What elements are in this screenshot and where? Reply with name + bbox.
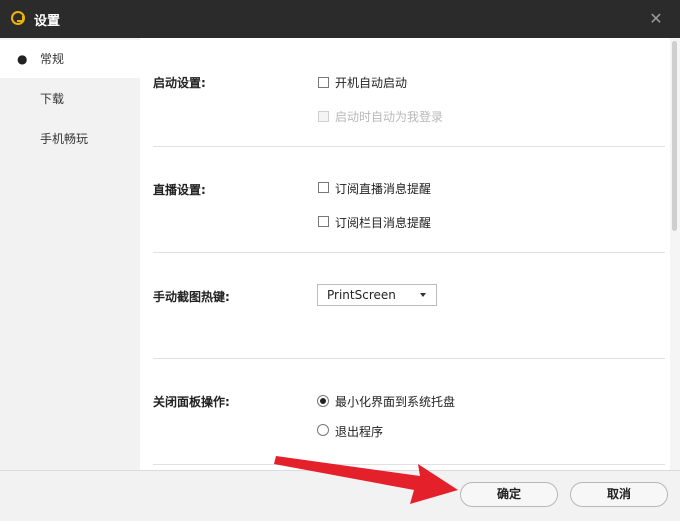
startup-section-label: 启动设置:: [153, 76, 206, 90]
active-bullet-icon: ●: [17, 52, 28, 66]
column-notify-checkbox[interactable]: [318, 216, 329, 227]
live-section-label: 直播设置:: [153, 183, 206, 197]
exit-program-label[interactable]: 退出程序: [335, 423, 383, 440]
sidebar-item-general[interactable]: ● 常规: [0, 40, 140, 78]
minimize-to-tray-label[interactable]: 最小化界面到系统托盘: [335, 393, 455, 410]
exit-program-radio[interactable]: [317, 424, 329, 436]
section-divider: [153, 252, 665, 253]
sidebar-item-mobile-play[interactable]: 手机畅玩: [0, 120, 140, 158]
window-title: 设置: [34, 14, 61, 29]
sidebar-item-label: 手机畅玩: [40, 132, 89, 146]
sidebar: ● 常规 下载 手机畅玩: [0, 38, 140, 470]
settings-panel: 启动设置: 开机自动启动 启动时自动为我登录 直播设置: 订阅直播消息提醒 订阅…: [140, 38, 670, 470]
close-action-section-label: 关闭面板操作:: [153, 395, 230, 409]
app-logo-icon: [11, 11, 25, 25]
hotkey-value: PrintScreen: [327, 288, 396, 302]
auto-start-checkbox[interactable]: [318, 77, 329, 88]
auto-login-label: 启动时自动为我登录: [335, 110, 444, 124]
hotkey-dropdown[interactable]: PrintScreen: [317, 284, 437, 306]
sidebar-item-download[interactable]: 下载: [0, 80, 140, 118]
minimize-to-tray-radio[interactable]: [317, 395, 329, 407]
live-notify-checkbox[interactable]: [318, 182, 329, 193]
live-notify-label[interactable]: 订阅直播消息提醒: [335, 180, 431, 197]
chevron-down-icon: [420, 293, 426, 297]
scrollbar-thumb[interactable]: [672, 41, 677, 231]
red-arrow-annotation: [274, 456, 458, 504]
cancel-button[interactable]: 取消: [570, 482, 668, 507]
sidebar-item-label: 下载: [40, 92, 65, 106]
auto-start-label[interactable]: 开机自动启动: [335, 74, 407, 91]
section-divider: [153, 146, 665, 147]
auto-login-checkbox: [318, 111, 329, 122]
hotkey-section-label: 手动截图热键:: [153, 290, 230, 304]
close-icon[interactable]: ✕: [646, 8, 666, 30]
title-bar: 设置 ✕: [0, 0, 680, 38]
content-scrollbar[interactable]: [670, 38, 680, 470]
column-notify-label[interactable]: 订阅栏目消息提醒: [335, 214, 431, 231]
sidebar-item-label: 常规: [40, 52, 65, 66]
confirm-button[interactable]: 确定: [460, 482, 558, 507]
section-divider: [153, 358, 665, 359]
